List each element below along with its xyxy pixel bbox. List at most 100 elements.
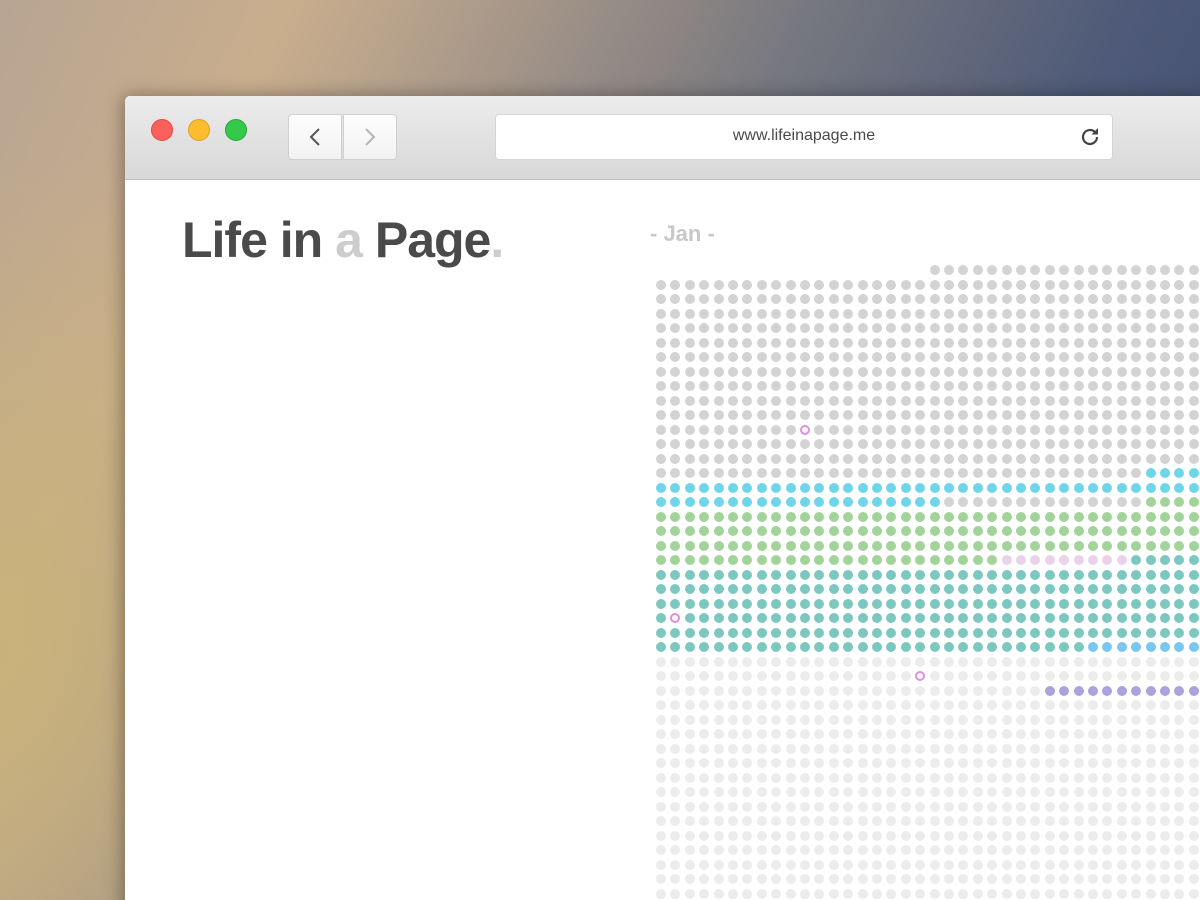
week-dot[interactable] (1044, 265, 1055, 275)
week-dot[interactable] (1116, 627, 1127, 638)
week-dot[interactable] (958, 410, 969, 420)
week-dot[interactable] (1188, 656, 1199, 667)
week-dot[interactable] (843, 526, 854, 536)
week-dot[interactable] (886, 584, 897, 594)
week-dot[interactable] (857, 526, 868, 536)
week-dot[interactable] (656, 772, 666, 783)
week-dot[interactable] (1131, 410, 1142, 420)
week-dot[interactable] (857, 845, 868, 855)
week-dot[interactable] (1160, 772, 1170, 783)
week-dot[interactable] (843, 830, 854, 841)
week-dot[interactable] (944, 468, 954, 478)
week-dot[interactable] (713, 352, 724, 362)
week-dot[interactable] (656, 874, 666, 884)
week-dot[interactable] (771, 888, 782, 899)
week-dot[interactable] (1131, 468, 1142, 478)
week-dot[interactable] (1059, 526, 1070, 536)
week-dot[interactable] (1059, 410, 1070, 420)
week-dot[interactable] (1102, 511, 1113, 522)
week-dot[interactable] (972, 366, 983, 377)
week-dot[interactable] (1145, 279, 1156, 290)
week-dot[interactable] (1016, 642, 1026, 652)
week-dot[interactable] (1088, 874, 1098, 884)
week-dot[interactable] (872, 685, 882, 696)
week-dot[interactable] (872, 366, 882, 377)
week-dot[interactable] (1116, 859, 1127, 870)
week-dot[interactable] (900, 540, 911, 551)
week-dot[interactable] (656, 671, 666, 681)
week-dot[interactable] (713, 439, 724, 449)
week-dot[interactable] (828, 482, 839, 493)
week-dot[interactable] (699, 642, 710, 652)
week-dot[interactable] (756, 743, 767, 754)
week-dot[interactable] (886, 772, 897, 783)
week-dot[interactable] (656, 598, 666, 609)
week-dot[interactable] (1188, 366, 1199, 377)
week-dot[interactable] (656, 279, 666, 290)
week-dot[interactable] (1016, 888, 1026, 899)
week-dot[interactable] (1044, 656, 1055, 667)
week-dot[interactable] (857, 700, 868, 710)
week-dot[interactable] (987, 874, 998, 884)
week-dot[interactable] (1044, 410, 1055, 420)
week-dot[interactable] (987, 569, 998, 580)
week-dot[interactable] (1088, 714, 1098, 725)
week-dot[interactable] (1088, 308, 1098, 319)
week-dot[interactable] (713, 642, 724, 652)
week-dot[interactable] (872, 540, 882, 551)
week-dot[interactable] (756, 685, 767, 696)
week-dot[interactable] (958, 874, 969, 884)
week-dot[interactable] (814, 337, 825, 348)
week-dot[interactable] (656, 395, 666, 406)
week-dot[interactable] (656, 308, 666, 319)
week-dot[interactable] (828, 540, 839, 551)
week-dot[interactable] (814, 656, 825, 667)
back-button[interactable] (288, 114, 342, 160)
week-dot[interactable] (684, 598, 695, 609)
week-dot[interactable] (1044, 758, 1055, 768)
week-dot[interactable] (1174, 888, 1185, 899)
week-dot[interactable] (900, 859, 911, 870)
week-dot[interactable] (1016, 366, 1026, 377)
week-dot[interactable] (972, 758, 983, 768)
week-dot[interactable] (756, 294, 767, 304)
week-dot[interactable] (1131, 830, 1142, 841)
week-dot[interactable] (958, 352, 969, 362)
week-dot[interactable] (886, 366, 897, 377)
week-dot[interactable] (987, 540, 998, 551)
week-dot[interactable] (886, 439, 897, 449)
week-dot[interactable] (1174, 598, 1185, 609)
week-dot[interactable] (872, 743, 882, 754)
week-dot[interactable] (1073, 671, 1084, 681)
week-dot[interactable] (684, 497, 695, 507)
week-dot[interactable] (1016, 294, 1026, 304)
week-dot[interactable] (670, 584, 681, 594)
week-dot[interactable] (785, 424, 796, 435)
week-dot[interactable] (699, 787, 710, 797)
week-dot[interactable] (713, 671, 724, 681)
week-dot[interactable] (800, 439, 810, 449)
week-dot[interactable] (944, 381, 954, 391)
week-dot[interactable] (814, 468, 825, 478)
week-dot[interactable] (728, 685, 738, 696)
reload-icon[interactable] (1078, 125, 1102, 149)
week-dot[interactable] (1116, 613, 1127, 623)
week-dot[interactable] (742, 584, 753, 594)
week-dot[interactable] (1044, 613, 1055, 623)
week-dot[interactable] (728, 729, 738, 739)
week-dot[interactable] (1088, 598, 1098, 609)
week-dot[interactable] (728, 526, 738, 536)
week-dot[interactable] (800, 700, 810, 710)
week-dot[interactable] (800, 627, 810, 638)
week-dot[interactable] (1116, 569, 1127, 580)
week-dot[interactable] (771, 685, 782, 696)
week-dot[interactable] (987, 323, 998, 333)
week-dot[interactable] (756, 888, 767, 899)
week-dot[interactable] (713, 279, 724, 290)
week-dot[interactable] (1102, 395, 1113, 406)
week-dot[interactable] (886, 395, 897, 406)
week-dot[interactable] (814, 700, 825, 710)
week-dot[interactable] (1116, 468, 1127, 478)
week-dot[interactable] (1030, 584, 1041, 594)
week-dot[interactable] (1001, 482, 1012, 493)
